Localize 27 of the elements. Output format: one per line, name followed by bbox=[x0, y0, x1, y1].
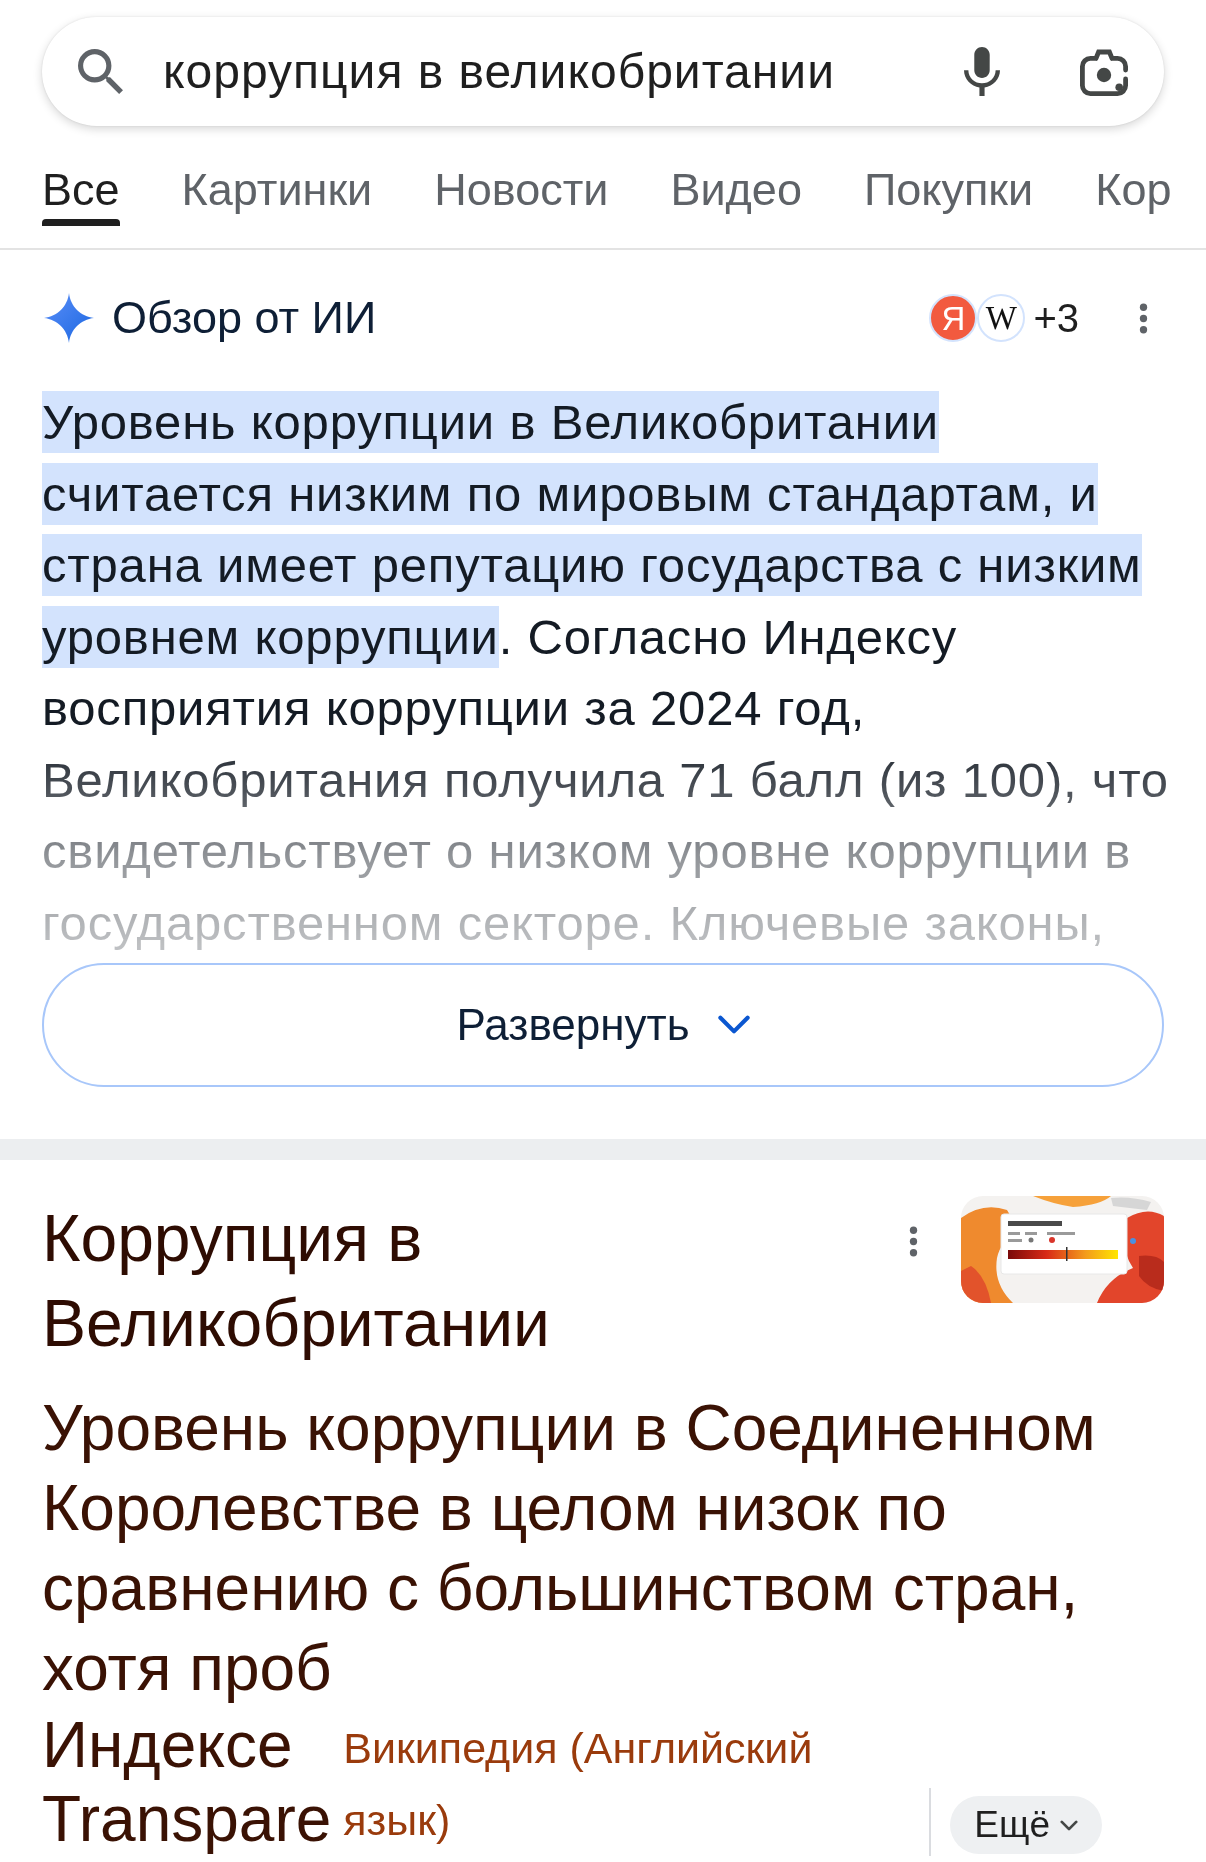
tab[interactable]: Новости bbox=[434, 140, 609, 226]
source-link[interactable]: Википедия (Английский язык) bbox=[343, 1712, 884, 1856]
more-options-icon[interactable] bbox=[909, 1226, 918, 1257]
camera-icon[interactable] bbox=[1080, 47, 1128, 96]
snippet-text: Уровень коррупции в Соединенном Королевстве в целом низок по сравнению с большинством стран, хотя проб bbox=[42, 1391, 1097, 1706]
tab[interactable]: Покупки bbox=[863, 140, 1034, 226]
ai-overview-text: Уровень коррупции в Великобритании считается низким по мировым стандартам, и страна имеет репутацию государства с низким уровнем коррупции. Согласно Индексу восприятия коррупции за 2024 год, Великобритания получила 71 балл (из 100), что свидетельствует о низком уровне коррупции в государственном секторе. Ключевые законы, bbox=[42, 387, 1176, 959]
expand-button[interactable]: Развернуть bbox=[42, 963, 1164, 1087]
result-title[interactable]: Коррупция в Великобритании bbox=[42, 1196, 909, 1366]
microphone-icon[interactable] bbox=[964, 47, 1000, 96]
tab[interactable]: Картинки bbox=[181, 140, 373, 226]
snippet-text: Индексе bbox=[42, 1708, 294, 1782]
search-icon[interactable] bbox=[78, 49, 123, 94]
tab[interactable]: Все bbox=[42, 140, 120, 226]
sparkle-icon bbox=[44, 293, 94, 343]
map-thumbnail-drawing[interactable] bbox=[961, 1196, 1164, 1303]
tab[interactable]: Видео bbox=[670, 140, 802, 226]
more-sources-count[interactable]: +3 bbox=[1033, 295, 1079, 341]
ai-overview-title: Обзор от ИИ bbox=[112, 292, 377, 344]
more-button[interactable]: Ещё bbox=[950, 1796, 1102, 1854]
chevron-down-icon bbox=[1060, 1819, 1078, 1831]
more-options-icon[interactable] bbox=[1139, 302, 1148, 334]
source-badge[interactable]: W bbox=[977, 294, 1026, 342]
tab[interactable]: Кор bbox=[1095, 140, 1172, 226]
search-field[interactable]: коррупция в великобритании bbox=[42, 17, 1164, 126]
snippet-text: Transpare bbox=[42, 1782, 332, 1856]
chevron-down-icon bbox=[717, 1015, 750, 1035]
